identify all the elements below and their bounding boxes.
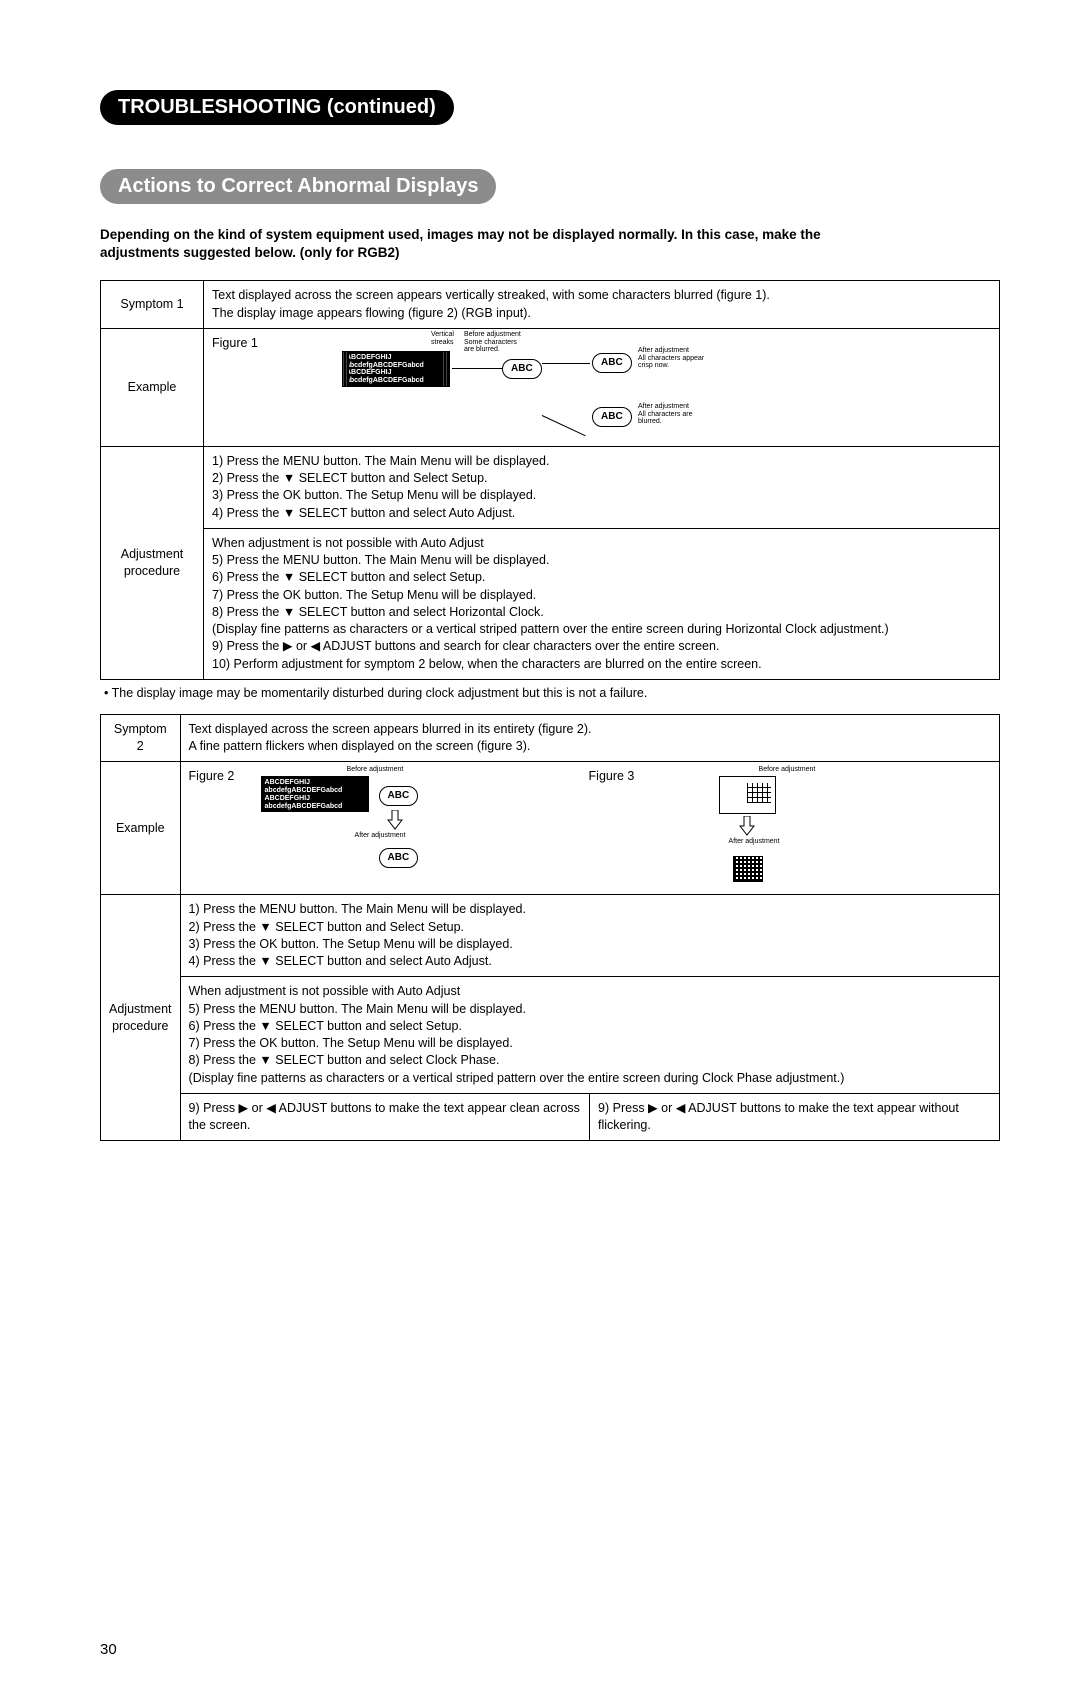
example1-label: Example xyxy=(101,328,204,446)
after-bad-caption: After adjustment All characters are blur… xyxy=(638,403,738,426)
adjproc2-label: Adjustmentprocedure xyxy=(101,895,181,1141)
subsection-pill: Actions to Correct Abnormal Displays xyxy=(100,169,496,204)
abc-before: ABC xyxy=(502,359,542,379)
figure2-image: ABCDEFGHIJ abcdefgABCDEFGabcd ABCDEFGHIJ… xyxy=(261,776,369,812)
abc-after-bad: ABC xyxy=(592,407,632,427)
figure3-image-after xyxy=(733,856,763,882)
adjproc1-label: Adjustmentprocedure xyxy=(101,446,204,679)
before-adj1-caption: Before adjustment Some characters are bl… xyxy=(464,331,554,354)
section-pill: TROUBLESHOOTING (continued) xyxy=(100,90,454,125)
symptom2-label: Symptom 2 xyxy=(101,714,181,762)
adjproc1-steps-a: 1) Press the MENU button. The Main Menu … xyxy=(204,446,1000,528)
adjproc2-step9-right: 9) Press ▶ or ◀ ADJUST buttons to make t… xyxy=(590,1093,1000,1141)
fig3-before-caption: Before adjustment xyxy=(759,766,816,774)
fig2-before-caption: Before adjustment xyxy=(347,766,404,774)
intro-text: Depending on the kind of system equipmen… xyxy=(100,226,1000,262)
adjproc2-steps-a: 1) Press the MENU button. The Main Menu … xyxy=(180,895,999,977)
example1-figure: Figure 1 ABCDEFGHIJ abcdefgABCDEFGabcd A… xyxy=(204,328,1000,446)
adjproc2-steps-b: When adjustment is not possible with Aut… xyxy=(180,977,999,1094)
fig2-abc-after: ABC xyxy=(379,848,419,868)
after-ok-caption: After adjustment All characters appear c… xyxy=(638,347,738,370)
fig2-after-caption: After adjustment xyxy=(355,832,406,840)
example2-figure: Figure 2 ABCDEFGHIJ abcdefgABCDEFGabcd A… xyxy=(180,762,999,895)
example2-label: Example xyxy=(101,762,181,895)
figure1-label: Figure 1 xyxy=(212,335,258,352)
symptom1-text: Text displayed across the screen appears… xyxy=(204,281,1000,329)
figure1-image: ABCDEFGHIJ abcdefgABCDEFGabcd ABCDEFGHIJ… xyxy=(342,351,450,387)
figure3-label: Figure 3 xyxy=(589,768,635,785)
symptom1-label: Symptom 1 xyxy=(101,281,204,329)
adjproc1-steps-b: When adjustment is not possible with Aut… xyxy=(204,528,1000,679)
symptom2-table: Symptom 2 Text displayed across the scre… xyxy=(100,714,1000,1142)
fig2-abc-before: ABC xyxy=(379,786,419,806)
clock-note: • The display image may be momentarily d… xyxy=(104,686,1000,700)
symptom1-table: Symptom 1 Text displayed across the scre… xyxy=(100,280,1000,680)
adjproc2-step9-left: 9) Press ▶ or ◀ ADJUST buttons to make t… xyxy=(180,1093,590,1141)
symptom2-text: Text displayed across the screen appears… xyxy=(180,714,999,762)
abc-after-ok: ABC xyxy=(592,353,632,373)
fig3-after-caption: After adjustment xyxy=(729,838,780,846)
figure2-label: Figure 2 xyxy=(189,768,235,785)
figure3-image-before xyxy=(719,776,776,814)
page-number: 30 xyxy=(100,1641,1000,1658)
